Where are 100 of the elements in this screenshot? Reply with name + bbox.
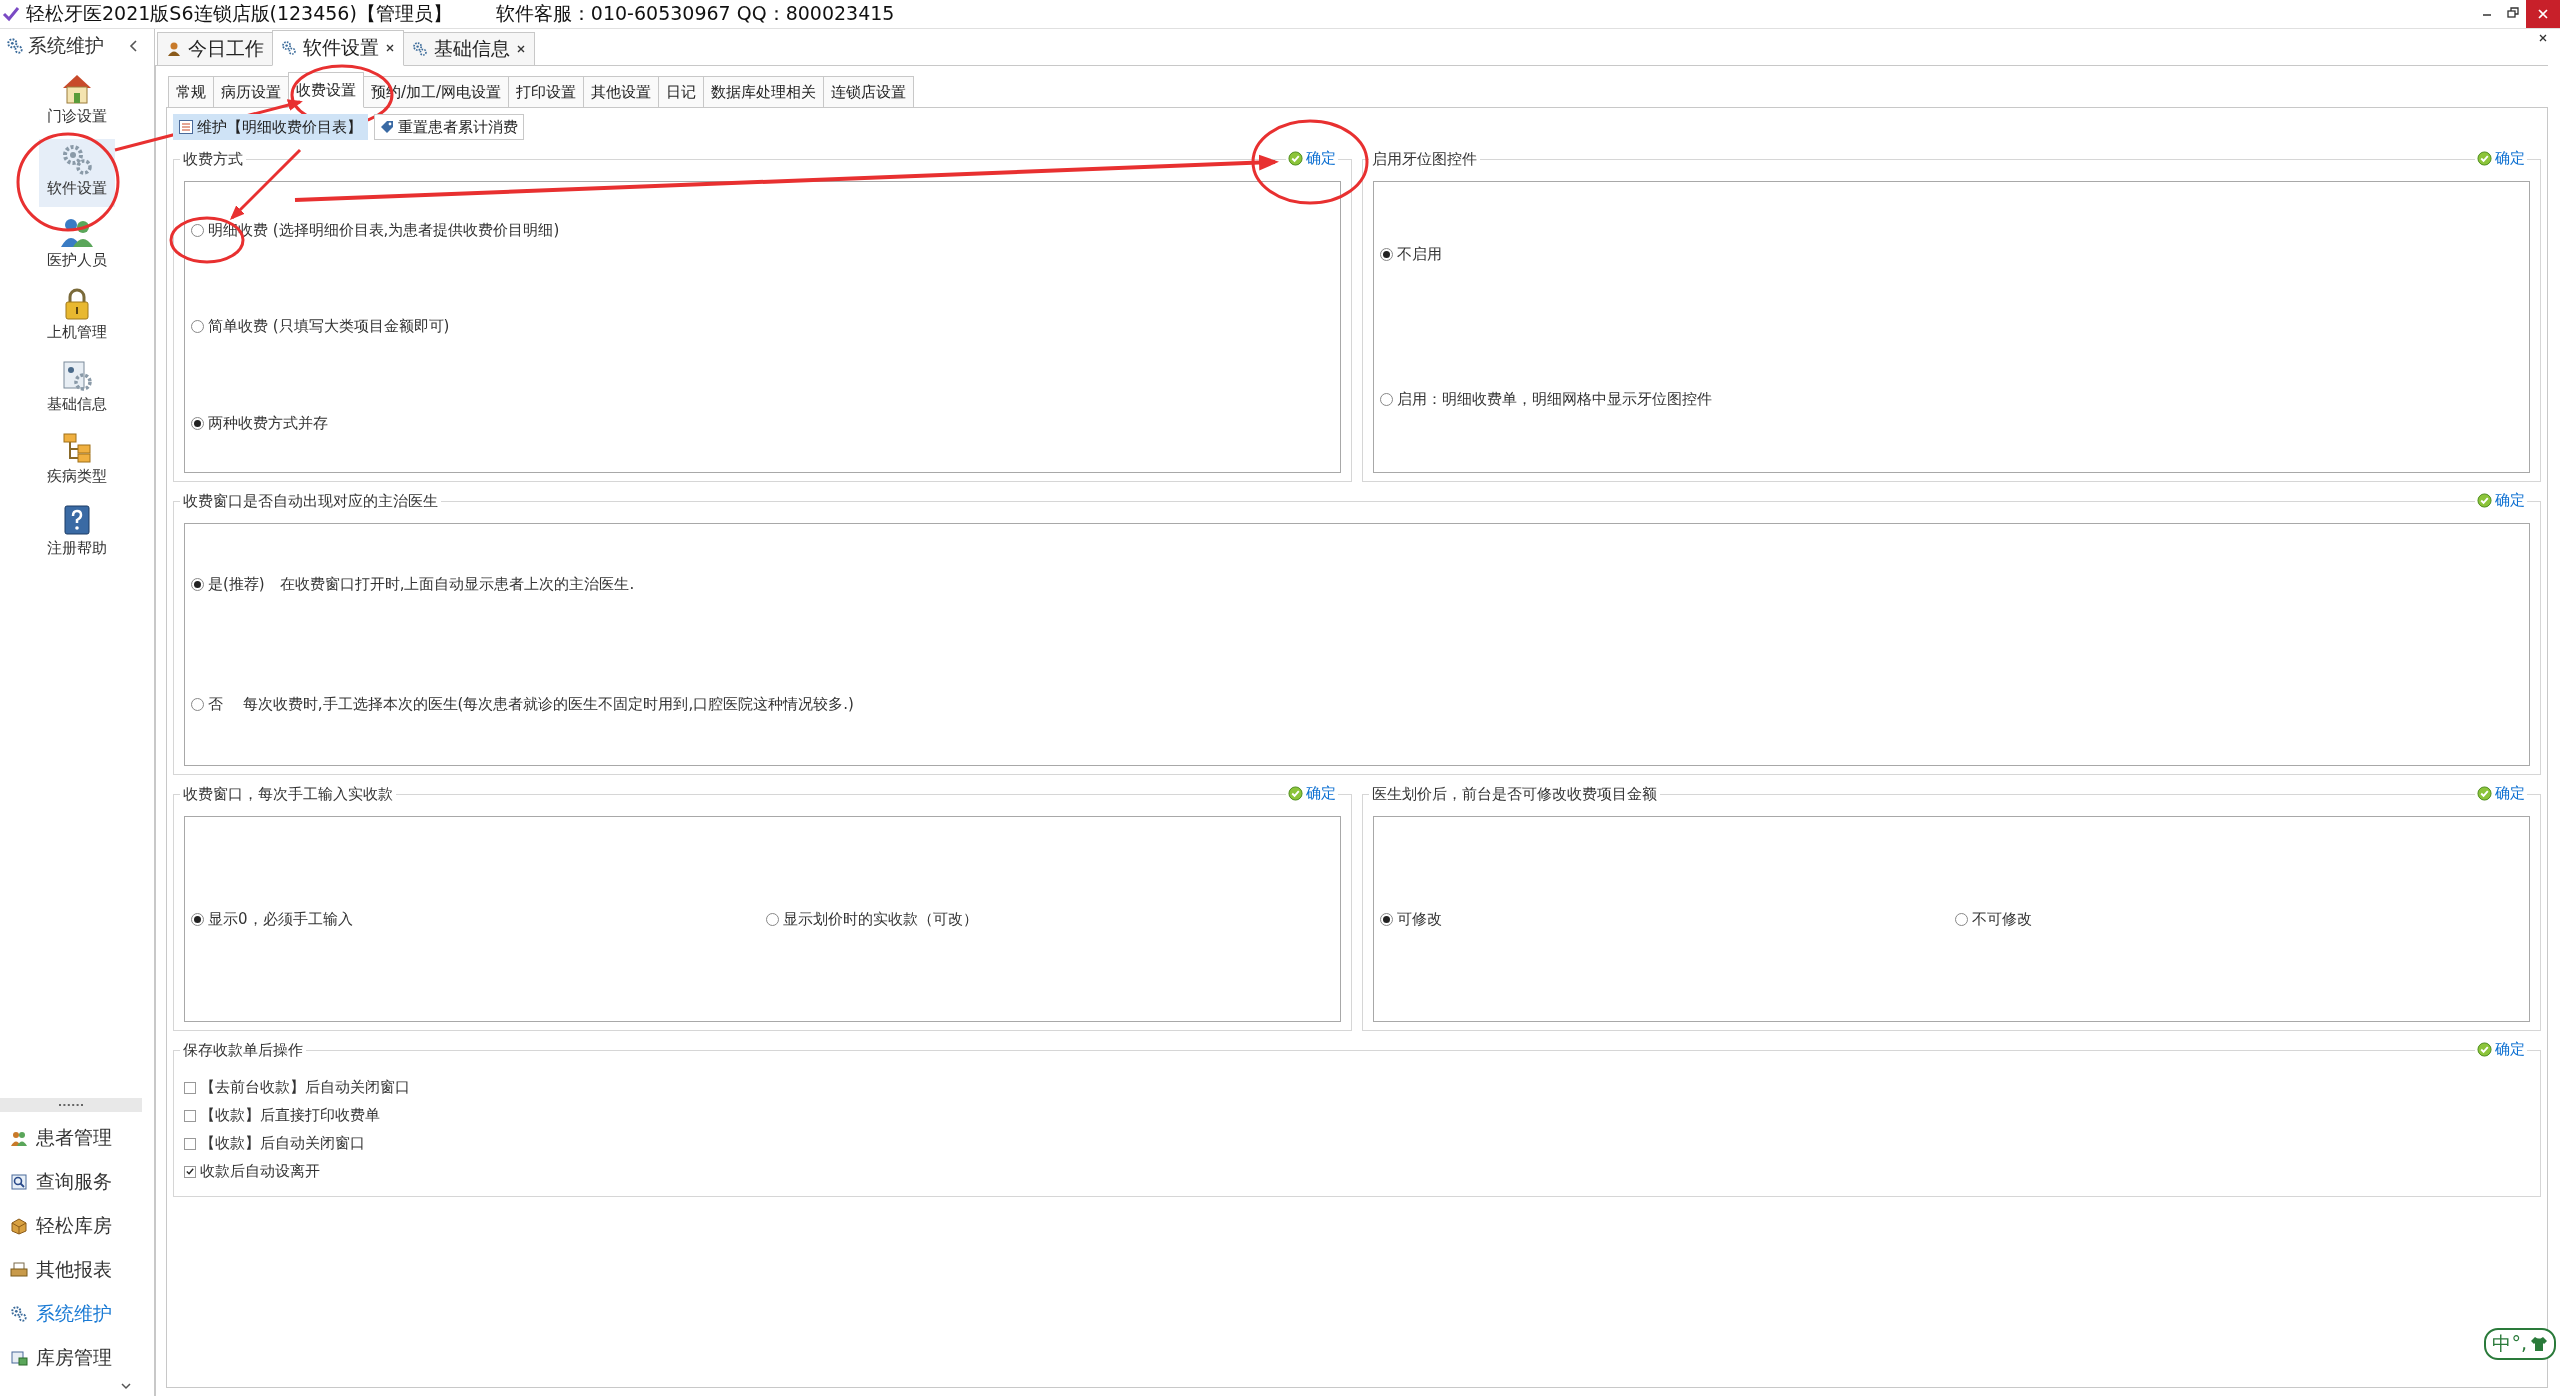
radio-button[interactable]: [1954, 912, 1968, 926]
radio-button[interactable]: [765, 912, 779, 926]
radio-button[interactable]: [1380, 912, 1393, 926]
printer-icon: [10, 1261, 28, 1279]
check-circle-icon: [2477, 151, 2492, 166]
close-icon[interactable]: [385, 43, 395, 53]
sidebar-tool[interactable]: 门诊设置: [39, 67, 115, 135]
collapse-chevron-icon[interactable]: [128, 39, 140, 53]
module-item[interactable]: 库房管理: [0, 1336, 154, 1380]
radio-button[interactable]: [191, 698, 204, 712]
module-item[interactable]: 其他报表: [0, 1248, 154, 1292]
document-tab[interactable]: 软件设置: [272, 30, 404, 66]
radio-option[interactable]: 启用：明细收费单，明细网格中显示牙位图控件: [1380, 390, 1712, 409]
close-icon[interactable]: [2538, 33, 2548, 43]
confirm-button[interactable]: 确定: [2475, 1040, 2527, 1059]
section-title: 收费方式: [182, 150, 244, 169]
checkbox[interactable]: [184, 1081, 196, 1094]
sidebar-tool[interactable]: 上机管理: [39, 283, 115, 351]
chevron-down-icon[interactable]: [120, 1382, 132, 1390]
section-title: 保存收款单后操作: [182, 1041, 304, 1060]
tree-icon: [60, 431, 94, 465]
checkbox-option[interactable]: 【去前台收款】后自动关闭窗口: [184, 1078, 410, 1097]
radio-option[interactable]: 否 每次收费时,手工选择本次的医生(每次患者就诊的医生不固定时用到,口腔医院这种情况较多.): [191, 695, 854, 715]
radio-option[interactable]: 两种收费方式并存: [191, 414, 328, 434]
window-title: 轻松牙医2021版S6连锁店版(123456)【管理员】: [26, 1, 452, 26]
section-title: 启用牙位图控件: [1371, 150, 1478, 169]
radio-option[interactable]: 可修改: [1380, 909, 1442, 929]
radio-button[interactable]: [191, 320, 204, 334]
confirm-button[interactable]: 确定: [1286, 784, 1338, 803]
gear-icon: [412, 41, 428, 57]
settings-tab[interactable]: 日记: [658, 76, 705, 108]
module-item[interactable]: 患者管理: [0, 1116, 154, 1160]
settings-tab[interactable]: 连锁店设置: [823, 76, 915, 108]
radio-button[interactable]: [191, 577, 204, 591]
app-logo-icon: [2, 5, 20, 23]
confirm-button[interactable]: 确定: [1286, 149, 1338, 168]
radio-button[interactable]: [191, 912, 204, 926]
gear-icon: [6, 37, 24, 55]
person-icon: [166, 41, 182, 57]
search-icon: [10, 1173, 28, 1191]
radio-option[interactable]: 不启用: [1380, 245, 1442, 264]
radio-option[interactable]: 显示划价时的实收款（可改）: [765, 909, 978, 929]
sidebar-tool[interactable]: 基础信息: [39, 355, 115, 423]
sidebar-tool[interactable]: 医护人员: [39, 211, 115, 279]
radio-button[interactable]: [191, 417, 204, 431]
gear-icon: [10, 1305, 28, 1323]
module-item[interactable]: 系统维护: [0, 1292, 154, 1336]
checkbox[interactable]: [184, 1165, 196, 1178]
check-circle-icon: [1288, 151, 1303, 166]
confirm-button[interactable]: 确定: [2475, 491, 2527, 510]
checkbox-option[interactable]: 【收款】后自动关闭窗口: [184, 1134, 365, 1153]
checkbox[interactable]: [184, 1137, 196, 1150]
confirm-button[interactable]: 确定: [2475, 784, 2527, 803]
radio-button[interactable]: [191, 223, 204, 237]
ime-toolbar[interactable]: 中°,: [2484, 1328, 2556, 1360]
splitter-grip-icon[interactable]: [59, 1103, 83, 1107]
radio-option[interactable]: 不可修改: [1954, 909, 2032, 929]
check-circle-icon: [1288, 786, 1303, 801]
close-icon[interactable]: [516, 44, 526, 54]
section-title: 收费窗口，每次手工输入实收款: [182, 785, 394, 804]
radio-button[interactable]: [1380, 393, 1393, 406]
box-icon: [10, 1217, 28, 1235]
checkbox-option[interactable]: 【收款】后直接打印收费单: [184, 1106, 380, 1125]
gear-icon: [281, 40, 297, 56]
gear-icon: [60, 143, 94, 177]
settings-tab[interactable]: 收费设置: [288, 72, 364, 108]
document-tab[interactable]: 今日工作: [157, 32, 273, 65]
toolbar-button[interactable]: 维护【明细收费价目表】: [173, 114, 368, 140]
radio-option[interactable]: 简单收费 (只填写大类项目金额即可): [191, 317, 450, 337]
sidebar-tool[interactable]: 软件设置: [39, 139, 115, 207]
confirm-button[interactable]: 确定: [2475, 149, 2527, 168]
settings-tab[interactable]: 常规: [168, 76, 214, 108]
shirt-icon: [2530, 1336, 2548, 1352]
radio-option[interactable]: 是(推荐) 在收费窗口打开时,上面自动显示患者上次的主治医生.: [191, 574, 635, 594]
radio-option[interactable]: 显示0，必须手工输入: [191, 909, 353, 929]
settings-tab[interactable]: 病历设置: [213, 76, 289, 108]
people-icon: [10, 1129, 28, 1147]
sidebar-tool[interactable]: 疾病类型: [39, 427, 115, 495]
radio-button[interactable]: [1380, 248, 1393, 261]
checkbox-option[interactable]: 收款后自动设离开: [184, 1162, 320, 1181]
settings-tab[interactable]: 其他设置: [583, 76, 660, 108]
toolbar-button[interactable]: 重置患者累计消费: [374, 114, 524, 140]
check-circle-icon: [2477, 1042, 2492, 1057]
check-circle-icon: [2477, 786, 2492, 801]
section-title: 医生划价后，前台是否可修改收费项目金额: [1371, 785, 1658, 804]
list-icon: [179, 120, 193, 134]
settings-tab[interactable]: 打印设置: [508, 76, 585, 108]
checkbox[interactable]: [184, 1109, 196, 1122]
tag-icon: [380, 120, 394, 134]
service-contact: 软件客服：010-60530967 QQ：800023415: [495, 1, 895, 26]
sidebar-header: 系统维护: [28, 33, 105, 58]
settings-tab[interactable]: 数据库处理相关: [703, 76, 825, 108]
module-item[interactable]: 查询服务: [0, 1160, 154, 1204]
section-title: 收费窗口是否自动出现对应的主治医生: [182, 492, 439, 511]
check-circle-icon: [2477, 493, 2492, 508]
warehouse-icon: [10, 1349, 28, 1367]
sidebar-tool[interactable]: 注册帮助: [39, 499, 115, 567]
settings-document-icon: [60, 359, 94, 393]
document-tab[interactable]: 基础信息: [403, 32, 535, 65]
module-item[interactable]: 轻松库房: [0, 1204, 154, 1248]
